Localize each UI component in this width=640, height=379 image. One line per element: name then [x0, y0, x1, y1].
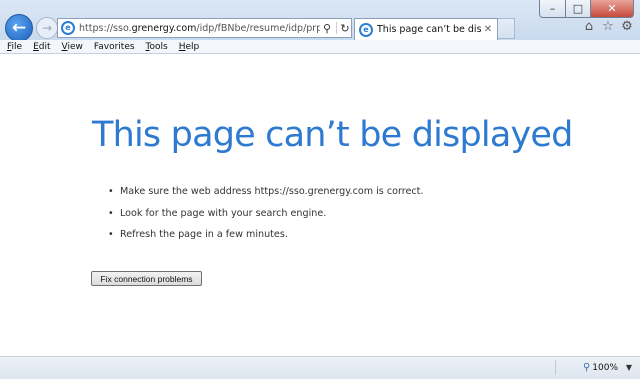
- minimize-button[interactable]: –: [539, 0, 566, 18]
- menu-edit[interactable]: Edit: [33, 42, 50, 52]
- menu-view-label: iew: [67, 41, 83, 52]
- search-icon[interactable]: ⚲: [320, 22, 334, 35]
- window-controls: – □ ✕: [539, 0, 634, 18]
- refresh-icon[interactable]: ↻: [339, 22, 351, 35]
- menu-tools-label: ools: [149, 41, 168, 52]
- home-icon[interactable]: ⌂: [582, 20, 596, 34]
- menu-help-accesskey: H: [178, 41, 186, 52]
- fix-connection-problems-button[interactable]: Fix connection problems: [91, 271, 202, 286]
- toolbar-icons: ⌂ ☆ ⚙: [582, 20, 634, 34]
- zoom-dropdown-icon[interactable]: ▼: [626, 363, 632, 372]
- tip-text: Look for the page with your search engin…: [120, 207, 327, 219]
- zoom-level: 100%: [592, 362, 618, 373]
- page-title: This page can’t be displayed: [92, 115, 573, 155]
- page-content: This page can’t be displayed • Make sure …: [0, 55, 640, 356]
- menu-edit-label: dit: [38, 41, 51, 52]
- tab-close-icon[interactable]: ✕: [482, 24, 494, 35]
- favorites-star-icon[interactable]: ☆: [601, 20, 615, 34]
- address-bar[interactable]: e https://sso.grenergy.com/idp/fBNbe/res…: [57, 18, 352, 38]
- menu-favorites[interactable]: Favorites: [94, 42, 135, 52]
- browser-chrome: – □ ✕ ← → e https://sso.grenergy.com/idp…: [0, 0, 640, 42]
- menu-bar: File Edit View Favorites Tools Help: [0, 40, 640, 54]
- troubleshooting-list: • Make sure the web address https://sso.g…: [108, 185, 423, 250]
- status-divider: [555, 360, 556, 375]
- maximize-button[interactable]: □: [566, 0, 591, 18]
- menu-file[interactable]: File: [7, 42, 22, 52]
- url-prefix: https://sso.: [79, 22, 132, 34]
- new-tab-button[interactable]: [498, 18, 515, 39]
- address-url[interactable]: https://sso.grenergy.com/idp/fBNbe/resum…: [79, 23, 320, 34]
- back-button[interactable]: ←: [5, 14, 33, 42]
- list-item: • Make sure the web address https://sso.g…: [108, 185, 423, 207]
- zoom-control[interactable]: ⚲ 100%: [583, 362, 618, 373]
- bullet: •: [108, 186, 114, 197]
- status-bar: ⚲ 100% ▼: [0, 356, 640, 379]
- address-divider: [336, 22, 337, 34]
- menu-help-label: elp: [185, 41, 200, 52]
- close-window-button[interactable]: ✕: [591, 0, 634, 18]
- url-domain: grenergy.com: [131, 22, 197, 34]
- tab-title: This page can’t be displayed: [377, 24, 482, 35]
- tab-active[interactable]: e This page can’t be displayed ✕: [354, 18, 498, 40]
- ie-page-icon: e: [61, 21, 75, 35]
- menu-tools[interactable]: Tools: [146, 42, 168, 52]
- menu-view[interactable]: View: [62, 42, 83, 52]
- forward-button[interactable]: →: [36, 17, 58, 39]
- zoom-magnifier-icon: ⚲: [582, 362, 591, 373]
- tip-text: Refresh the page in a few minutes.: [120, 229, 288, 240]
- menu-favorites-label: Favorites: [93, 41, 135, 52]
- url-suffix: /idp/fBNbe/resume/idp/prp.ping: [196, 22, 320, 34]
- bullet: •: [108, 229, 114, 240]
- ie-tab-icon: e: [359, 22, 373, 37]
- menu-file-label: ile: [11, 41, 23, 52]
- list-item: • Look for the page with your search engi…: [108, 207, 423, 229]
- bullet: •: [108, 207, 114, 219]
- tip-text: Make sure the web address https://sso.gr…: [120, 186, 424, 197]
- list-item: • Refresh the page in a few minutes.: [108, 228, 423, 250]
- tools-gear-icon[interactable]: ⚙: [620, 20, 634, 34]
- menu-help[interactable]: Help: [179, 42, 200, 52]
